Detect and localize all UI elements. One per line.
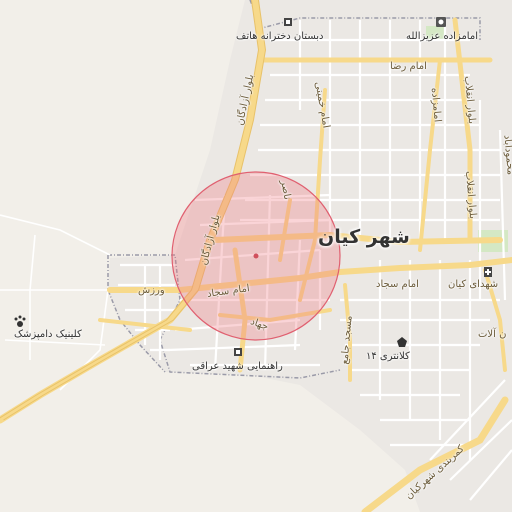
paw-icon (14, 315, 26, 327)
hospital-icon (484, 267, 492, 277)
school-icon (284, 18, 292, 26)
map-view[interactable]: دبستان دخترانه هاتف امامزاده عزیزالله ام… (0, 0, 512, 512)
road-label-alat: ن آلات (478, 329, 507, 340)
road-label-varzesh: ورزش (138, 285, 165, 296)
poi-shrine-label[interactable]: امامزاده عزیزالله (406, 32, 478, 42)
poi-rahnamaei-label[interactable]: راهنمایی شهید عراقی (192, 362, 283, 372)
road-label-nasr: ناصر (278, 179, 293, 201)
center-marker (253, 253, 259, 259)
road-label-sajjad-east: امام سجاد (376, 279, 419, 290)
poi-clinic-label[interactable]: کلینیک دامپزشک (14, 330, 82, 340)
school-icon (234, 348, 242, 356)
road-label-emam-reza: امام رضا (390, 61, 427, 72)
road-label-shohada: شهدای کیان (448, 279, 499, 290)
city-label[interactable]: شهر کیان (318, 228, 410, 247)
road-label-emamzadeh: امامزاده (428, 87, 443, 123)
poi-school-label[interactable]: دبستان دخترانه هاتف (236, 32, 323, 42)
shrine-icon (436, 17, 446, 27)
poi-police-label[interactable]: کلانتری ۱۴ (366, 352, 410, 362)
